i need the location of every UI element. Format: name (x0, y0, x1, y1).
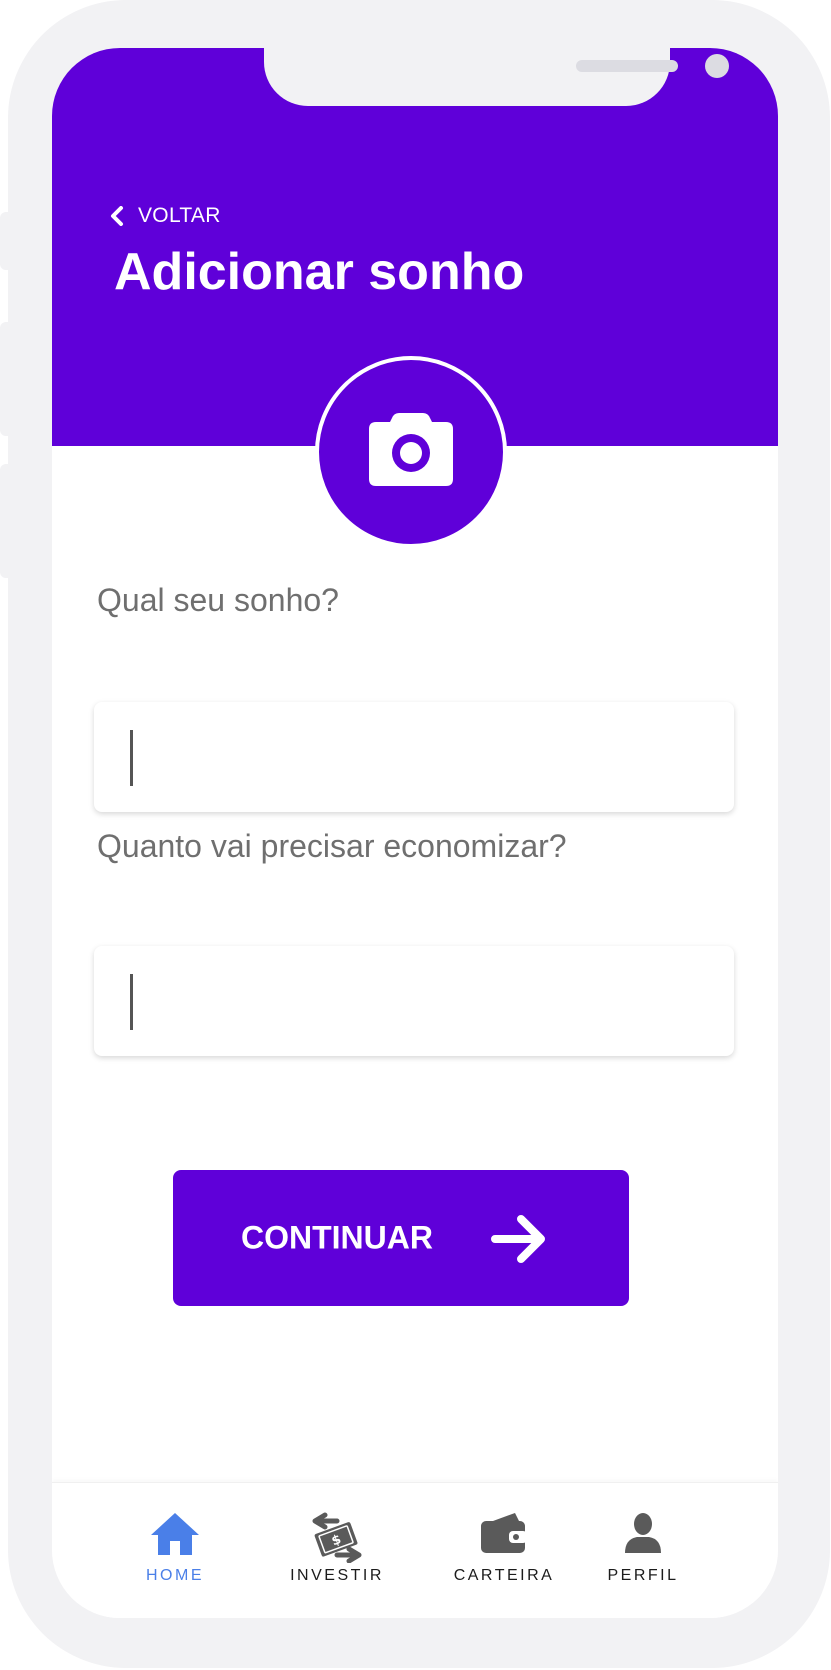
phone-notch (264, 48, 729, 106)
text-caret (130, 974, 133, 1030)
amount-field[interactable] (94, 946, 734, 1056)
speaker-grille (576, 60, 678, 72)
wallet-icon (479, 1511, 529, 1560)
dream-label: Qual seu sonho? (97, 582, 339, 618)
device-mockup: VOLTAR Adicionar sonho Qual seu sonho? Q… (0, 0, 831, 1670)
camera-icon (368, 412, 454, 493)
nav-label-carteira: CARTEIRA (453, 1567, 555, 1584)
nav-item-investir[interactable]: $ INVESTIR (262, 1483, 412, 1618)
app-screen: VOLTAR Adicionar sonho Qual seu sonho? Q… (52, 48, 778, 1618)
chevron-left-icon (110, 206, 124, 226)
amount-label: Quanto vai precisar economizar? (97, 828, 567, 864)
dream-input[interactable] (94, 702, 734, 812)
person-icon (623, 1511, 663, 1560)
back-label: VOLTAR (138, 204, 221, 227)
home-icon (149, 1511, 201, 1562)
back-button[interactable]: VOLTAR (110, 204, 221, 228)
arrow-right-icon (491, 1214, 547, 1267)
add-photo-button[interactable] (315, 356, 507, 548)
page-title: Adicionar sonho (114, 243, 525, 301)
amount-input[interactable] (94, 946, 734, 1056)
dream-field[interactable] (94, 702, 734, 812)
bottom-navigation: HOME $ INVESTIR CARTEIRA PERFIL (52, 1482, 778, 1618)
nav-label-investir: INVESTIR (290, 1567, 384, 1584)
continue-label: CONTINUAR (241, 1219, 433, 1256)
nav-label-home: HOME (146, 1567, 204, 1584)
nav-label-perfil: PERFIL (607, 1567, 679, 1584)
money-transfer-icon: $ (309, 1511, 365, 1568)
front-camera (705, 54, 729, 78)
continue-button[interactable]: CONTINUAR (173, 1170, 629, 1306)
text-caret (130, 730, 133, 786)
nav-item-perfil[interactable]: PERFIL (582, 1483, 704, 1618)
nav-item-home[interactable]: HOME (114, 1483, 236, 1618)
nav-item-carteira[interactable]: CARTEIRA (424, 1483, 584, 1618)
